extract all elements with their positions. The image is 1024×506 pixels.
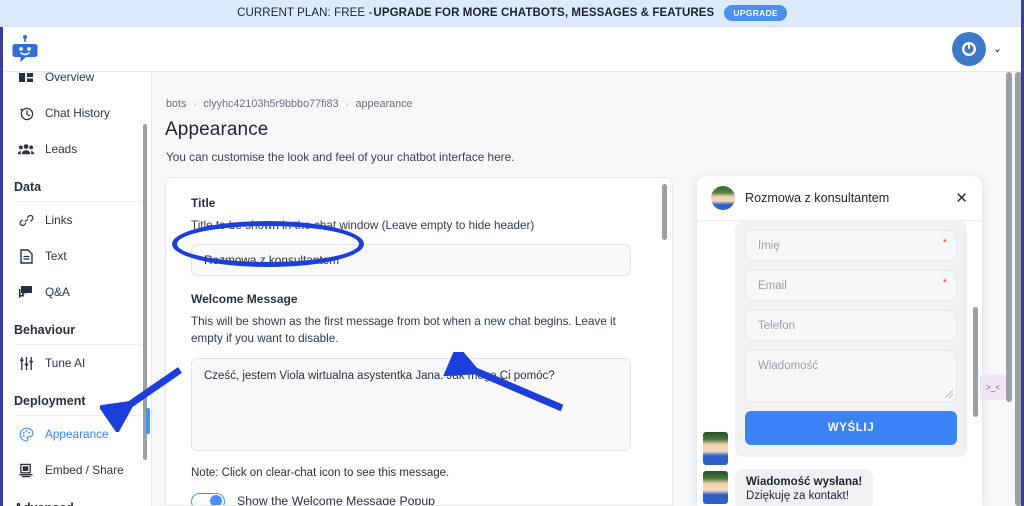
bot-message-text: Dziękuję za kontakt!: [746, 490, 849, 502]
lead-field-email[interactable]: Email *: [745, 270, 957, 301]
sidebar: Overview Chat History Leads Data Links T…: [0, 72, 152, 506]
sidebar-item-leads[interactable]: Leads: [0, 131, 151, 167]
sidebar-item-embed-share[interactable]: Embed / Share: [0, 452, 151, 488]
page-scrollbar-inner[interactable]: [1006, 72, 1013, 506]
sidebar-item-label: Q&A: [45, 285, 70, 299]
clock-history-icon: [18, 105, 34, 121]
plan-banner-plain-text: CURRENT PLAN: FREE -: [237, 7, 373, 19]
plan-banner: CURRENT PLAN: FREE - UPGRADE FOR MORE CH…: [0, 0, 1024, 27]
breadcrumb-item-appearance[interactable]: appearance: [356, 98, 413, 110]
scrollbar-thumb[interactable]: [1006, 72, 1012, 402]
sidebar-item-qa[interactable]: Q&A: [0, 274, 151, 310]
chatbot-robot-icon[interactable]: [12, 34, 46, 64]
welcome-field-help: This will be shown as the first message …: [191, 314, 616, 345]
resize-grip-icon[interactable]: [945, 390, 953, 398]
lead-field-email-placeholder: Email: [758, 279, 787, 292]
breadcrumb-separator: ›: [345, 99, 349, 109]
sidebar-group-behaviour: Behaviour: [14, 323, 76, 337]
sidebar-item-links[interactable]: Links: [0, 202, 151, 238]
sidebar-item-label: Appearance: [45, 427, 109, 441]
account-avatar-icon[interactable]: [951, 32, 986, 66]
sidebar-active-indicator: [146, 408, 150, 434]
sidebar-item-appearance[interactable]: Appearance: [0, 416, 151, 452]
sidebar-item-label: Overview: [45, 72, 95, 84]
breadcrumb-item-bots[interactable]: bots: [166, 98, 186, 110]
appearance-form-card: Title Title to be shown in the chat wind…: [165, 177, 673, 506]
main-content: bots › clyyhc42103h5r9bbbo77fi83 › appea…: [152, 72, 1024, 506]
mini-widget-peek[interactable]: >_<: [980, 374, 1006, 400]
lead-field-name[interactable]: Imię *: [745, 230, 957, 261]
dashboard-icon: [18, 72, 34, 85]
chat-bubbles-icon: [18, 284, 34, 300]
lead-field-phone[interactable]: Telefon: [745, 310, 957, 341]
close-icon[interactable]: ✕: [955, 191, 968, 206]
breadcrumb-separator: ›: [193, 99, 197, 109]
document-icon: [18, 248, 34, 264]
message-avatar: [703, 471, 728, 504]
sidebar-item-label: Chat History: [45, 106, 110, 120]
sidebar-item-label: Tune AI: [45, 356, 86, 370]
chat-preview-scrollbar[interactable]: [973, 307, 978, 417]
form-inner: Title Title to be shown in the chat wind…: [166, 178, 672, 506]
breadcrumb-item-bot-id[interactable]: clyyhc42103h5r9bbbo77fi83: [203, 98, 338, 110]
sidebar-item-overview[interactable]: Overview: [0, 72, 151, 95]
sidebar-item-chat-history[interactable]: Chat History: [0, 95, 151, 131]
welcome-message-textarea[interactable]: [191, 357, 631, 451]
welcome-popup-toggle[interactable]: [191, 492, 225, 505]
lead-field-phone-placeholder: Telefon: [758, 319, 796, 332]
plan-banner-bold-text: UPGRADE FOR MORE CHATBOTS, MESSAGES & FE…: [373, 7, 715, 19]
bot-message-bubble: Wiadomość wysłana! Dziękuję za kontakt!: [735, 469, 874, 506]
chat-preview-title: Rozmowa z konsultantem: [745, 191, 890, 205]
title-field-help: Title to be shown in the chat window (Le…: [191, 219, 535, 232]
welcome-popup-toggle-row: Show the Welcome Message Popup: [191, 492, 650, 506]
toggle-knob: [210, 495, 222, 505]
people-icon: [18, 141, 34, 157]
sidebar-item-label: Leads: [45, 142, 78, 156]
required-marker: *: [942, 277, 947, 289]
title-input[interactable]: [191, 243, 631, 276]
chat-preview-body: Imię * Email * Telefon Wiadomość WYŚLIJ: [697, 221, 982, 506]
lead-field-message-placeholder: Wiadomość: [758, 360, 819, 372]
sidebar-group-data: Data: [14, 180, 42, 194]
app-root: CURRENT PLAN: FREE - UPGRADE FOR MORE CH…: [0, 0, 1024, 506]
sidebar-item-label: Text: [45, 249, 67, 263]
palette-icon: [18, 426, 34, 442]
sidebar-group-advanced: Advanced: [0, 488, 151, 506]
welcome-popup-toggle-label: Show the Welcome Message Popup: [237, 494, 435, 506]
sidebar-item-text[interactable]: Text: [0, 238, 151, 274]
sidebar-scroll-area: Overview Chat History Leads Data Links T…: [0, 72, 151, 506]
window-left-edge: [0, 27, 3, 506]
page-subtitle: You can customise the look and feel of y…: [166, 150, 515, 164]
upgrade-button[interactable]: UPGRADE: [724, 4, 787, 22]
sidebar-item-label: Links: [45, 213, 73, 227]
bot-message-title: Wiadomość wysłana!: [746, 476, 863, 488]
embed-icon: [18, 462, 34, 478]
breadcrumb: bots › clyyhc42103h5r9bbbo77fi83 › appea…: [152, 72, 1024, 110]
app-header: ⌄: [0, 27, 1024, 72]
sidebar-item-label: Embed / Share: [45, 463, 124, 477]
sliders-icon: [18, 355, 34, 371]
link-icon: [18, 212, 34, 228]
page-title: Appearance: [165, 119, 269, 140]
lead-capture-form: Imię * Email * Telefon Wiadomość WYŚLIJ: [735, 221, 967, 457]
lead-field-name-placeholder: Imię: [758, 239, 780, 252]
lead-form-submit-button[interactable]: WYŚLIJ: [745, 411, 957, 445]
chevron-down-icon[interactable]: ⌄: [993, 43, 1002, 55]
chat-preview-header: Rozmowa z konsultantem ✕: [697, 176, 982, 221]
consultant-avatar-icon: [711, 186, 735, 210]
required-marker: *: [942, 237, 947, 249]
welcome-field-label: Welcome Message: [191, 291, 298, 306]
message-avatar: [703, 432, 728, 465]
chat-preview-panel: Rozmowa z konsultantem ✕ Imię * Email * …: [697, 176, 982, 506]
sidebar-item-tune-ai[interactable]: Tune AI: [0, 345, 151, 381]
welcome-note: Note: Click on clear-chat icon to see th…: [191, 466, 450, 479]
title-field-label: Title: [191, 196, 216, 210]
sidebar-group-deployment: Deployment: [14, 394, 86, 408]
header-account-area[interactable]: ⌄: [951, 32, 1002, 66]
form-card-scrollbar[interactable]: [662, 184, 667, 240]
lead-field-message[interactable]: Wiadomość: [745, 350, 957, 402]
